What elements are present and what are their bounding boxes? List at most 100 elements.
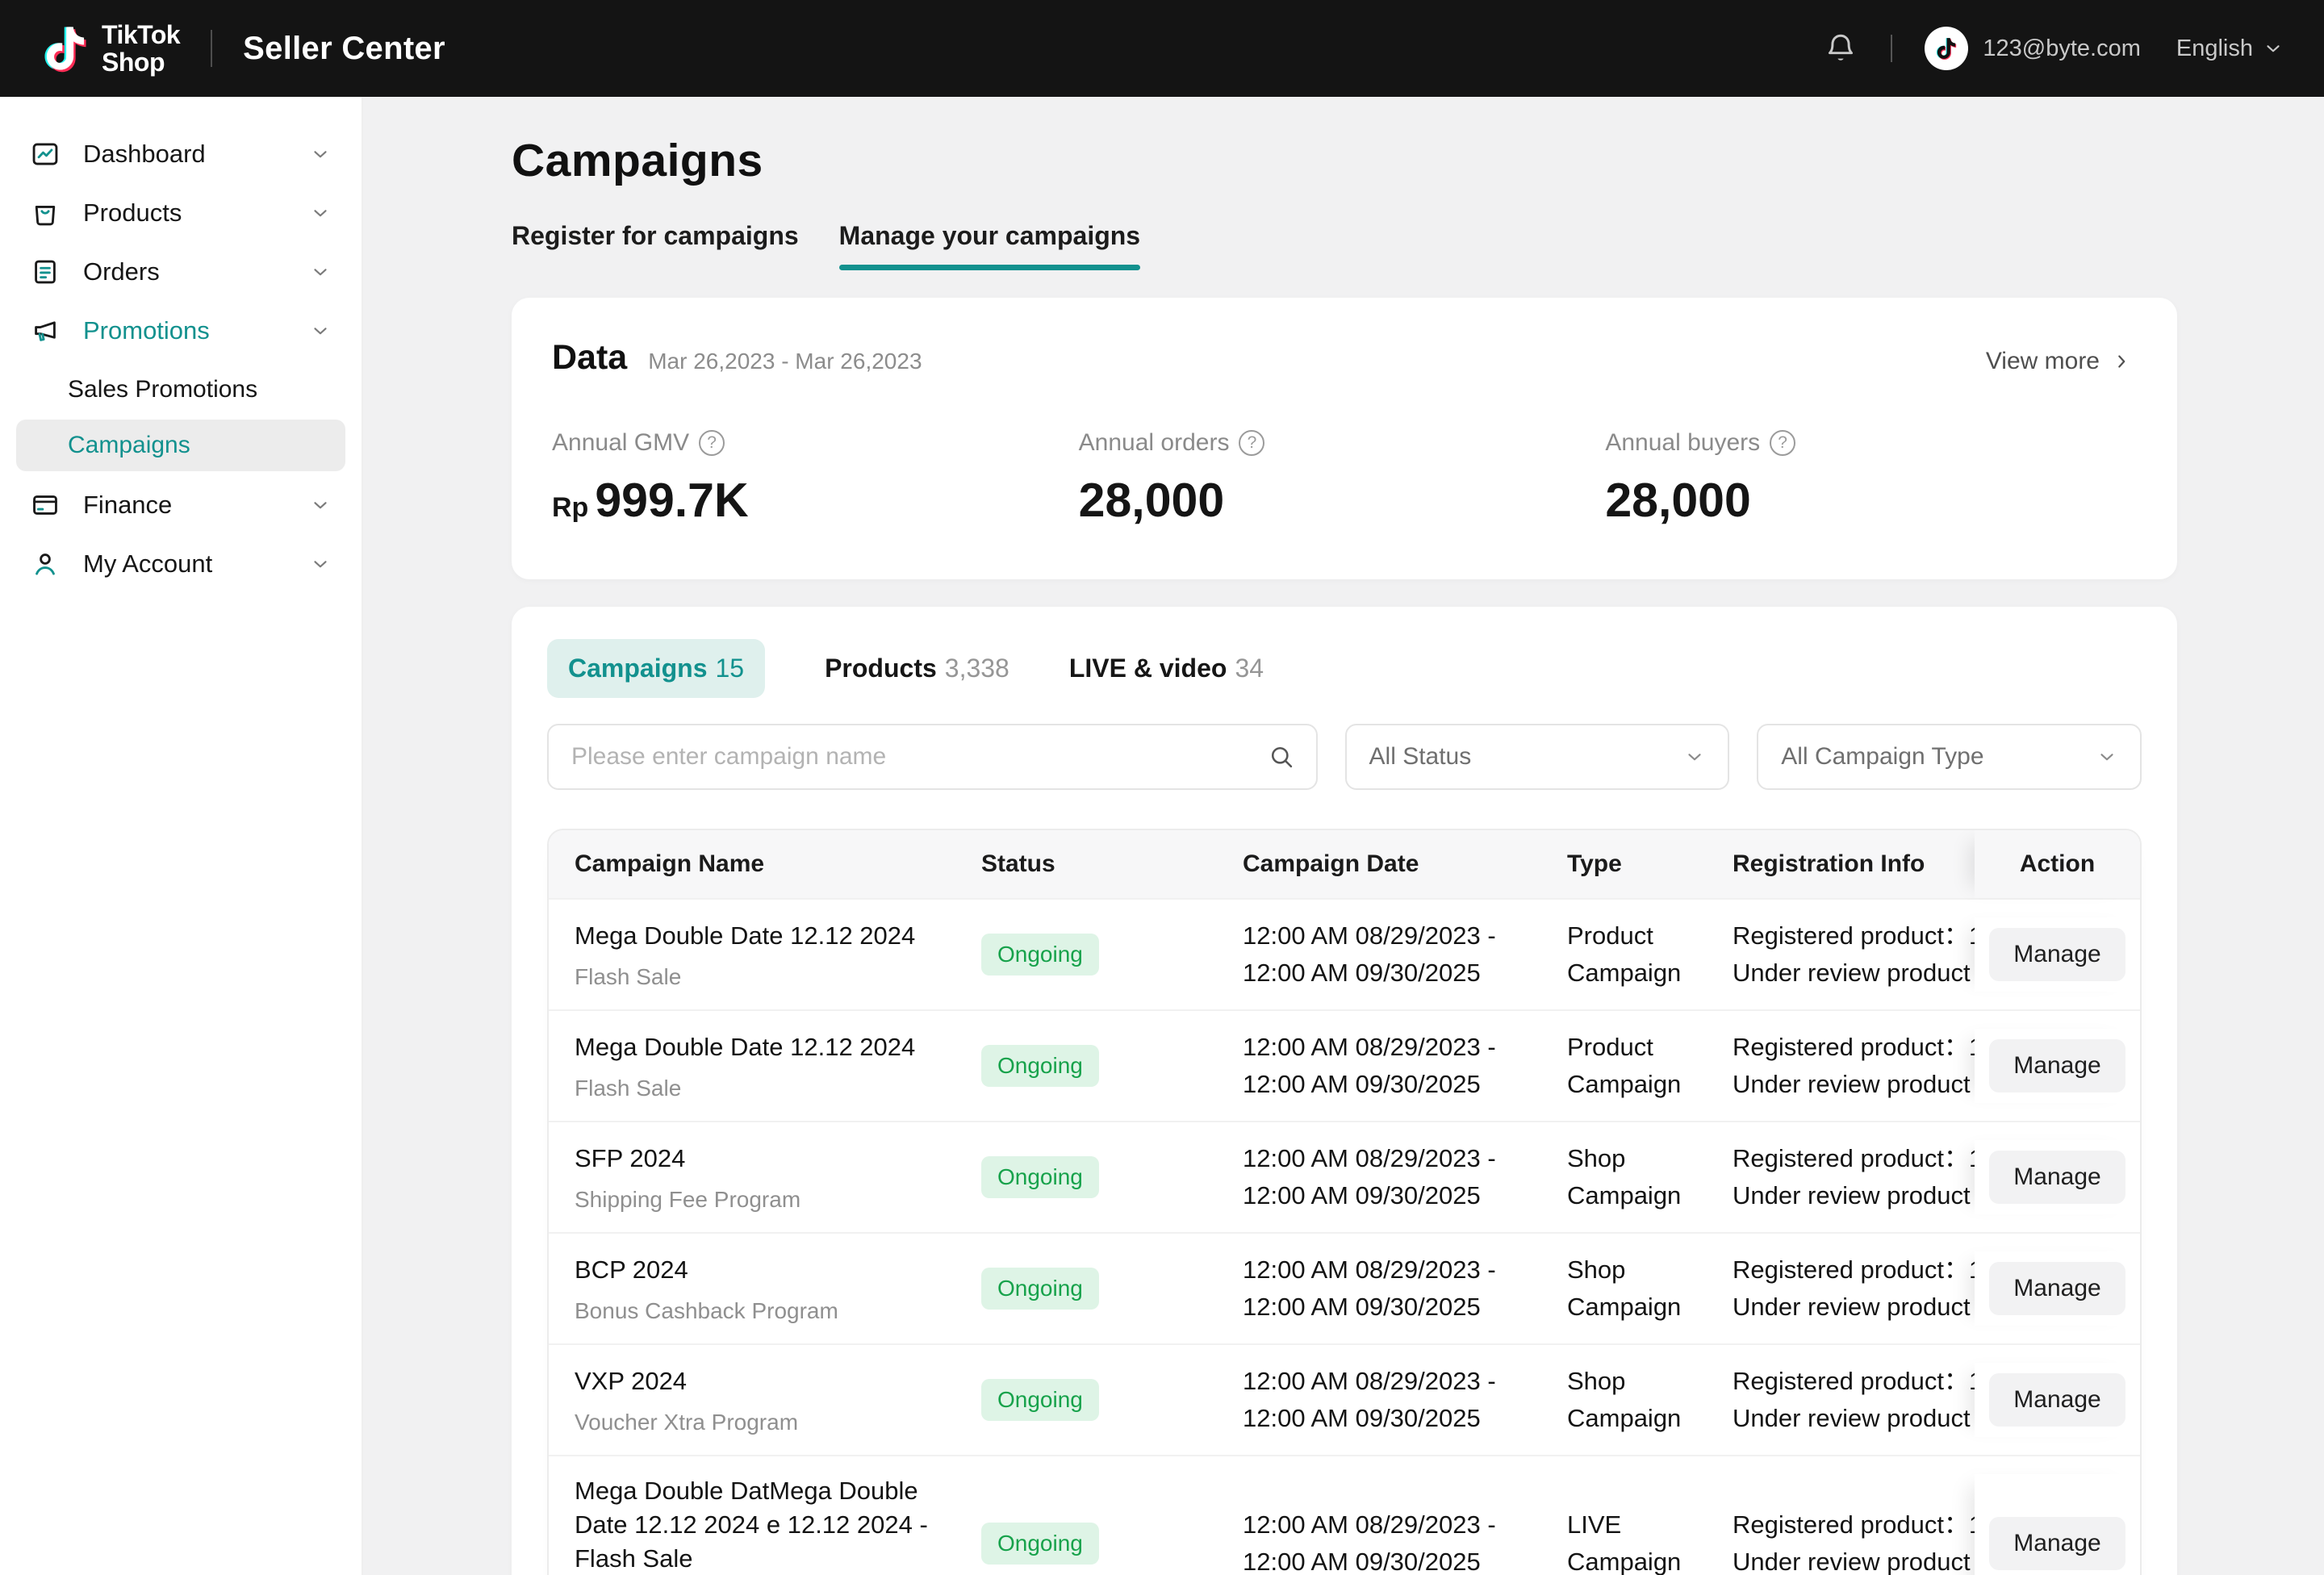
sidebar-item-finance[interactable]: Finance	[0, 475, 362, 534]
col-registration-info: Registration Info	[1733, 830, 1975, 898]
account-email[interactable]: 123@byte.com	[1983, 36, 2140, 62]
status-badge: Ongoing	[981, 1268, 1099, 1310]
registered-product-count: Registered product：100	[1733, 917, 1975, 955]
help-icon[interactable]	[1239, 430, 1264, 456]
chevron-down-icon	[310, 495, 331, 516]
campaign-subtitle: Voucher Xtra Program	[575, 1410, 957, 1435]
campaign-list-card: Campaigns 15 Products 3,338 LIVE & video…	[512, 607, 2177, 1575]
campaign-date-start: 12:00 AM 08/29/2023 -	[1243, 917, 1567, 955]
status-filter-select[interactable]: All Status	[1345, 724, 1730, 790]
campaign-type: Product Campaign	[1567, 1029, 1720, 1103]
view-more-link[interactable]: View more	[1986, 348, 2132, 375]
tab-campaigns[interactable]: Campaigns 15	[547, 639, 765, 698]
campaign-name: Mega Double Date 12.12 2024	[575, 919, 957, 953]
top-bar: TikTok Shop Seller Center 123@byte.com E…	[0, 0, 2324, 97]
page-tabs: Register for campaigns Manage your campa…	[512, 221, 2324, 270]
campaign-date-end: 12:00 AM 09/30/2025	[1243, 955, 1567, 992]
campaign-date-end: 12:00 AM 09/30/2025	[1243, 1544, 1567, 1575]
manage-button[interactable]: Manage	[1989, 1039, 2125, 1092]
campaign-date-end: 12:00 AM 09/30/2025	[1243, 1289, 1567, 1326]
campaign-name: SFP 2024	[575, 1142, 957, 1176]
campaign-date-end: 12:00 AM 09/30/2025	[1243, 1177, 1567, 1214]
table-row: Mega Double Date 12.12 2024 Flash Sale O…	[549, 1009, 2140, 1121]
campaign-date-start: 12:00 AM 08/29/2023 -	[1243, 1506, 1567, 1544]
campaigns-table: Campaign Name Status Campaign Date Type …	[547, 829, 2142, 1575]
campaign-name: Mega Double Date 12.12 2024	[575, 1030, 957, 1064]
finance-card-icon	[30, 490, 67, 520]
data-card-title: Data	[552, 338, 627, 378]
chevron-down-icon	[2263, 38, 2284, 59]
chevron-down-icon	[310, 203, 331, 224]
sidebar: Dashboard Products Orders	[0, 97, 363, 1575]
campaign-name: BCP 2024	[575, 1253, 957, 1287]
campaign-type-filter-select[interactable]: All Campaign Type	[1757, 724, 2142, 790]
main-content: Campaigns Register for campaigns Manage …	[363, 134, 2324, 1575]
col-action: Action	[1975, 830, 2140, 898]
table-row: VXP 2024 Voucher Xtra Program Ongoing 12…	[549, 1343, 2140, 1455]
registered-product-count: Registered product：100	[1733, 1251, 1975, 1289]
sidebar-item-dashboard[interactable]: Dashboard	[0, 124, 362, 183]
status-badge: Ongoing	[981, 1379, 1099, 1421]
chevron-down-icon	[2096, 746, 2117, 767]
language-selector[interactable]: English	[2176, 36, 2284, 62]
page-title: Campaigns	[512, 134, 2324, 187]
tab-products[interactable]: Products 3,338	[825, 654, 1009, 683]
col-type: Type	[1567, 830, 1733, 898]
campaign-search	[547, 724, 1318, 790]
table-header-row: Campaign Name Status Campaign Date Type …	[549, 830, 2140, 898]
campaign-subtitle: Flash Sale	[575, 1076, 957, 1101]
manage-button[interactable]: Manage	[1989, 1517, 2125, 1570]
campaign-type: Shop Campaign	[1567, 1363, 1720, 1437]
table-row: Mega Double DatMega Double Date 12.12 20…	[549, 1455, 2140, 1575]
account-avatar[interactable]	[1925, 27, 1968, 70]
table-row: Mega Double Date 12.12 2024 Flash Sale O…	[549, 898, 2140, 1009]
manage-button[interactable]: Manage	[1989, 928, 2125, 981]
sidebar-item-products[interactable]: Products	[0, 183, 362, 242]
campaign-name: VXP 2024	[575, 1364, 957, 1398]
registered-product-count: Registered product：100	[1733, 1029, 1975, 1066]
sidebar-item-my-account[interactable]: My Account	[0, 534, 362, 593]
data-date-range: Mar 26,2023 - Mar 26,2023	[648, 349, 922, 374]
topbar-separator	[1891, 35, 1892, 62]
promotions-megaphone-icon	[30, 315, 67, 346]
chevron-down-icon	[310, 554, 331, 574]
tab-live-video[interactable]: LIVE & video 34	[1069, 654, 1264, 683]
help-icon[interactable]	[699, 430, 725, 456]
notification-bell-icon[interactable]	[1823, 31, 1858, 66]
help-icon[interactable]	[1770, 430, 1795, 456]
products-icon	[30, 198, 67, 228]
status-badge: Ongoing	[981, 934, 1099, 975]
registered-product-count: Registered product：100	[1733, 1140, 1975, 1177]
campaign-date-start: 12:00 AM 08/29/2023 -	[1243, 1140, 1567, 1177]
table-body: Mega Double Date 12.12 2024 Flash Sale O…	[549, 898, 2140, 1575]
manage-button[interactable]: Manage	[1989, 1262, 2125, 1315]
sidebar-item-sales-promotions[interactable]: Sales Promotions	[16, 364, 345, 416]
chevron-right-icon	[2111, 351, 2132, 372]
dashboard-icon	[30, 139, 67, 169]
sidebar-item-campaigns[interactable]: Campaigns	[16, 420, 345, 471]
campaign-date-end: 12:00 AM 09/30/2025	[1243, 1066, 1567, 1103]
sidebar-item-promotions[interactable]: Promotions	[0, 301, 362, 360]
tiktok-shop-wordmark: TikTok Shop	[102, 21, 180, 76]
filters-row: All Status All Campaign Type	[547, 724, 2142, 790]
campaign-search-input[interactable]	[570, 742, 1268, 771]
list-tabs: Campaigns 15 Products 3,338 LIVE & video…	[547, 639, 2142, 698]
campaign-type: LIVE Campaign	[1567, 1506, 1720, 1575]
campaign-subtitle: Flash Sale	[575, 964, 957, 990]
status-badge: Ongoing	[981, 1045, 1099, 1087]
manage-button[interactable]: Manage	[1989, 1151, 2125, 1204]
under-review-product-count: Under review product：1	[1733, 1544, 1975, 1575]
manage-button[interactable]: Manage	[1989, 1373, 2125, 1427]
chevron-down-icon	[310, 144, 331, 165]
sidebar-item-orders[interactable]: Orders	[0, 242, 362, 301]
table-row: BCP 2024 Bonus Cashback Program Ongoing …	[549, 1232, 2140, 1343]
under-review-product-count: Under review product：1	[1733, 1066, 1975, 1103]
data-card: Data Mar 26,2023 - Mar 26,2023 View more…	[512, 298, 2177, 579]
tab-manage-your-campaigns[interactable]: Manage your campaigns	[839, 221, 1140, 270]
tab-register-for-campaigns[interactable]: Register for campaigns	[512, 221, 799, 270]
col-campaign-date: Campaign Date	[1243, 830, 1567, 898]
chevron-down-icon	[310, 261, 331, 282]
stat-annual-buyers: Annual buyers 28,000	[1605, 429, 2132, 528]
campaign-date-end: 12:00 AM 09/30/2025	[1243, 1400, 1567, 1437]
campaign-type: Shop Campaign	[1567, 1251, 1720, 1326]
